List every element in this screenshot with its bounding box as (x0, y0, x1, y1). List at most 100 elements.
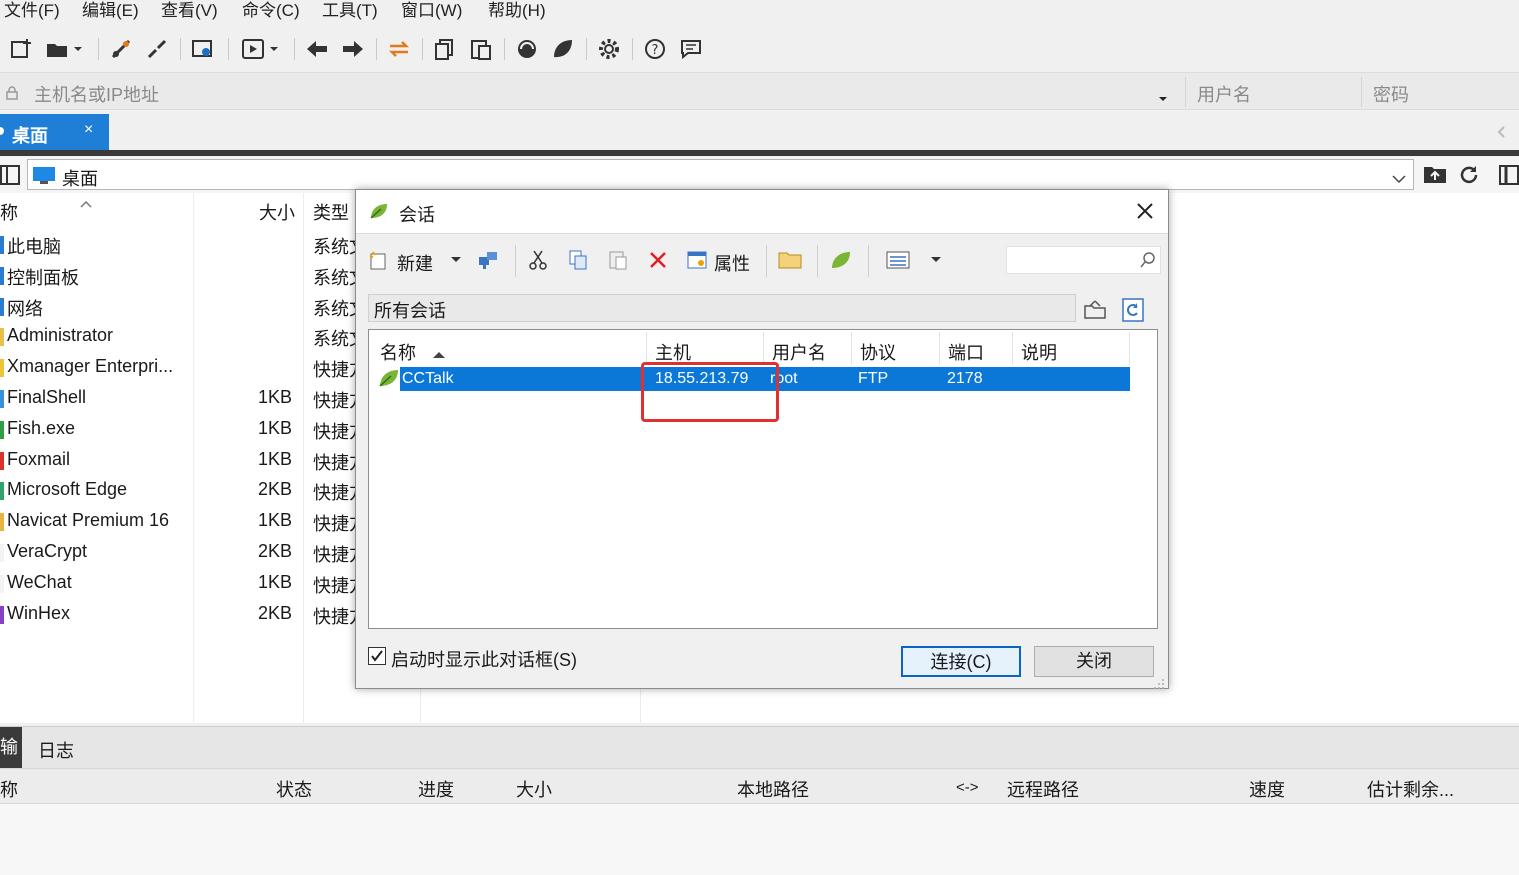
menu-view[interactable]: 查看(V) (161, 0, 218, 22)
file-row[interactable]: WinHex 2KB 快捷方式 (0, 600, 360, 630)
column-header-size[interactable]: 大小 (259, 199, 295, 225)
file-row[interactable]: Xmanager Enterpri... 快捷方式 (0, 353, 360, 383)
path-input[interactable]: 桌面 (27, 159, 1414, 190)
back-arrow-icon[interactable] (304, 36, 330, 62)
tab-close-button[interactable]: × (84, 121, 93, 139)
xftp-leaf-icon[interactable] (829, 248, 853, 272)
new-button[interactable]: 新建 (397, 250, 433, 276)
session-settings-icon[interactable] (190, 36, 216, 62)
folder-icon[interactable] (778, 248, 802, 272)
menu-file[interactable]: 文件(F) (4, 0, 60, 22)
open-folder-icon[interactable] (44, 36, 70, 62)
properties-button[interactable]: 属性 (714, 250, 750, 276)
file-type-icon (0, 482, 4, 501)
new-session-icon[interactable] (8, 36, 34, 62)
connect-button[interactable]: 连接(C) (901, 646, 1021, 677)
column-header-speed[interactable]: 速度 (1249, 776, 1285, 802)
column-header-protocol[interactable]: 协议 (860, 339, 896, 365)
show-on-startup-checkbox[interactable] (368, 647, 386, 665)
file-row[interactable]: Foxmail 1KB 快捷方式 (0, 446, 360, 476)
file-row[interactable]: 此电脑 系统文件夹 (0, 230, 360, 260)
file-row[interactable]: WeChat 1KB 快捷方式 (0, 569, 360, 599)
folder-up-icon[interactable] (1423, 163, 1447, 190)
view-list-icon[interactable] (886, 248, 910, 272)
file-row[interactable]: Microsoft Edge 2KB 快捷方式 (0, 476, 360, 506)
session-search-input[interactable] (1006, 246, 1161, 274)
resize-grip-icon[interactable] (1153, 675, 1165, 695)
tab-log[interactable]: 日志 (38, 737, 74, 763)
gear-icon[interactable] (596, 36, 622, 62)
new-session-icon[interactable] (366, 248, 390, 272)
help-icon[interactable]: ? (642, 36, 668, 62)
file-row[interactable]: Navicat Premium 16 1KB 快捷方式 (0, 507, 360, 537)
xftp-icon[interactable] (550, 36, 576, 62)
chat-icon[interactable] (678, 36, 704, 62)
menu-edit[interactable]: 编辑(E) (82, 0, 139, 22)
chevron-down-icon[interactable] (70, 36, 86, 62)
close-button[interactable]: 关闭 (1034, 646, 1154, 677)
column-header-port[interactable]: 端口 (948, 339, 984, 365)
network-icon[interactable] (476, 248, 500, 272)
password-input[interactable]: 密码 (1373, 81, 1409, 107)
column-header-direction[interactable]: <-> (956, 779, 979, 796)
tab-desktop[interactable]: 桌面 × (0, 114, 109, 150)
sync-icon[interactable] (1122, 298, 1144, 327)
transfer-icon[interactable] (386, 36, 412, 62)
file-row[interactable]: Fish.exe 1KB 快捷方式 (0, 415, 360, 445)
chevron-down-icon[interactable] (928, 248, 944, 272)
column-header-remote-path[interactable]: 远程路径 (1007, 776, 1079, 802)
column-header-local-path[interactable]: 本地路径 (737, 776, 809, 802)
session-protocol: FTP (858, 370, 889, 387)
forward-arrow-icon[interactable] (340, 36, 366, 62)
column-header-type[interactable]: 类型 (313, 199, 349, 225)
column-header-status[interactable]: 状态 (276, 776, 312, 802)
chevron-down-icon[interactable] (448, 248, 464, 272)
host-input[interactable]: 主机名或IP地址 (34, 81, 159, 107)
file-row[interactable]: VeraCrypt 2KB 快捷方式 (0, 538, 360, 568)
paste-icon[interactable] (468, 36, 494, 62)
column-header-size[interactable]: 大小 (516, 776, 552, 802)
menu-help[interactable]: 帮助(H) (488, 0, 546, 22)
menu-command[interactable]: 命令(C) (242, 0, 300, 22)
file-row[interactable]: 控制面板 系统文件夹 (0, 261, 360, 291)
path-bar: 桌面 (0, 157, 1519, 193)
close-icon[interactable] (1136, 202, 1154, 225)
column-header-username[interactable]: 用户名 (772, 339, 826, 365)
cut-icon[interactable] (526, 248, 550, 272)
file-type-icon (0, 297, 4, 316)
file-row[interactable]: 网络 系统文件夹 (0, 292, 360, 322)
disconnect-icon[interactable] (144, 36, 170, 62)
paste-icon[interactable] (606, 248, 630, 272)
chevron-down-icon[interactable] (266, 36, 282, 62)
file-row[interactable]: FinalShell 1KB 快捷方式 (0, 384, 360, 414)
file-row[interactable]: Administrator 系统文件夹 (0, 322, 360, 352)
connect-icon[interactable] (108, 36, 134, 62)
refresh-icon[interactable] (1457, 163, 1481, 192)
menu-window[interactable]: 窗口(W) (401, 0, 462, 22)
copy-icon[interactable] (432, 36, 458, 62)
chevron-left-icon[interactable] (1496, 124, 1506, 144)
chevron-down-icon[interactable] (1158, 88, 1168, 108)
panel-toggle-icon[interactable] (0, 165, 20, 190)
column-header-progress[interactable]: 进度 (418, 776, 454, 802)
column-header-description[interactable]: 说明 (1021, 339, 1057, 365)
menu-tools[interactable]: 工具(T) (322, 0, 378, 22)
folder-up-icon[interactable] (1083, 298, 1107, 325)
file-type-icon (0, 605, 4, 624)
column-header-name[interactable]: 名称 (380, 339, 416, 365)
column-header-eta[interactable]: 估计剩余... (1367, 776, 1454, 802)
column-header-name[interactable]: 称 (0, 199, 18, 225)
username-input[interactable]: 用户名 (1197, 81, 1251, 107)
delete-icon[interactable] (646, 248, 670, 272)
copy-icon[interactable] (566, 248, 590, 272)
layout-icon[interactable] (1499, 165, 1519, 190)
session-folder-path: 所有会话 (368, 294, 1076, 322)
column-header-name[interactable]: 称 (0, 776, 18, 802)
file-type: 快捷方式 (313, 575, 355, 596)
chevron-down-icon[interactable] (1392, 169, 1406, 189)
xshell-icon[interactable] (514, 36, 540, 62)
properties-icon[interactable] (685, 248, 709, 272)
play-icon[interactable] (240, 36, 266, 62)
show-on-startup-label[interactable]: 启动时显示此对话框(S) (391, 646, 577, 672)
tab-transfer[interactable]: 输 (0, 727, 22, 768)
